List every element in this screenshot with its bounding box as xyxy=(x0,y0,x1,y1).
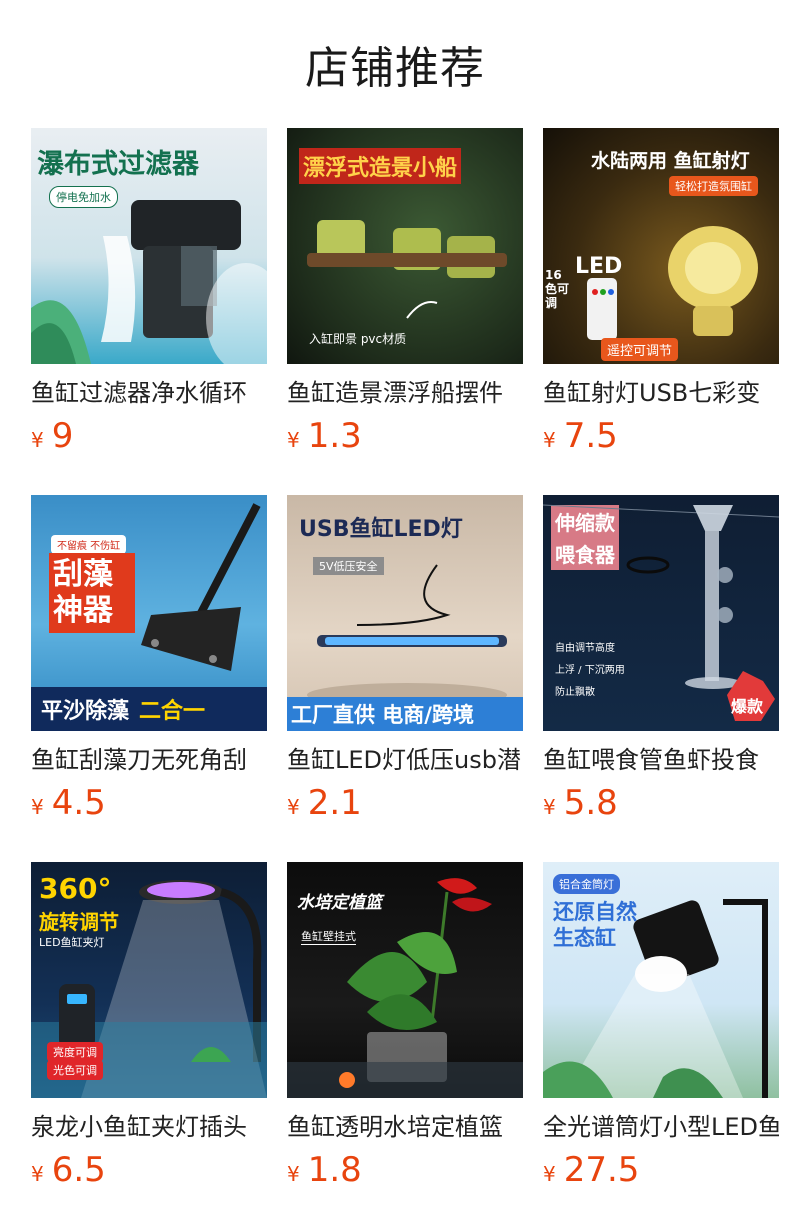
page-title: 店铺推荐 xyxy=(305,43,485,94)
image-badge-1: 亮度可调 xyxy=(47,1042,103,1062)
product-card[interactable]: USB鱼缸LED灯 5V低压安全 工厂直供 电商/跨境 鱼缸LED灯低压usb潜… xyxy=(287,495,523,831)
product-image[interactable]: 360° 旋转调节 LED鱼缸夹灯 亮度可调 光色可调 xyxy=(31,862,267,1098)
product-image[interactable]: 伸缩款 喂食器 自由调节高度 上浮 / 下沉两用 防止飘散 爆款 xyxy=(543,495,779,731)
product-title[interactable]: 鱼缸过滤器净水循环 xyxy=(31,378,267,408)
product-title[interactable]: 鱼缸透明水培定植篮 xyxy=(287,1112,523,1142)
product-image[interactable]: 水培定植篮 鱼缸壁挂式 xyxy=(287,862,523,1098)
product-title[interactable]: 鱼缸刮藻刀无死角刮 xyxy=(31,745,267,775)
product-image[interactable]: 漂浮式造景小船 入缸即景 pvc材质 xyxy=(287,128,523,364)
product-price: ¥ 27.5 xyxy=(543,1152,779,1192)
tube-light-illustration xyxy=(543,899,768,1098)
currency-symbol: ¥ xyxy=(287,428,300,452)
currency-symbol: ¥ xyxy=(543,1162,556,1186)
image-badge-led: LED xyxy=(575,254,623,279)
price-value: 4.5 xyxy=(51,783,106,823)
product-image[interactable]: 瀑布式过滤器 停电免加水 xyxy=(31,128,267,364)
product-title[interactable]: 鱼缸LED灯低压usb潜 xyxy=(287,745,523,775)
product-image[interactable]: 不留痕 不伤缸 刮藻神器 平沙除藻 二合一 xyxy=(31,495,267,731)
hot-badge: 爆款 xyxy=(731,697,764,716)
price-value: 2.1 xyxy=(307,783,362,823)
currency-symbol: ¥ xyxy=(31,1162,44,1186)
product-price: ¥ 1.3 xyxy=(287,418,523,458)
banner-text-2: 二合一 xyxy=(139,699,206,724)
product-image[interactable]: USB鱼缸LED灯 5V低压安全 工厂直供 电商/跨境 xyxy=(287,495,523,731)
product-title[interactable]: 鱼缸射灯USB七彩变 xyxy=(543,378,779,408)
currency-symbol: ¥ xyxy=(31,795,44,819)
product-card[interactable]: 不留痕 不伤缸 刮藻神器 平沙除藻 二合一 鱼缸刮藻刀无死角刮 ¥ 4.5 xyxy=(31,495,267,831)
plant-basket-illustration xyxy=(287,878,523,1098)
currency-symbol: ¥ xyxy=(287,1162,300,1186)
product-card[interactable]: 水陆两用 鱼缸射灯 轻松打造氛围缸 16色可调 LED 遥控可调节 鱼缸射灯US… xyxy=(543,128,779,464)
product-price: ¥ 1.8 xyxy=(287,1152,523,1192)
price-value: 27.5 xyxy=(563,1150,640,1190)
product-title[interactable]: 泉龙小鱼缸夹灯插头 xyxy=(31,1112,267,1142)
product-price: ¥ 4.5 xyxy=(31,785,267,825)
product-grid: 瀑布式过滤器 停电免加水 鱼缸过滤器净水循环 ¥ 9 漂浮式造景小船 入缸即景 … xyxy=(0,128,790,1230)
banner-text: 工厂直供 电商/跨境 xyxy=(291,703,474,727)
product-price: ¥ 7.5 xyxy=(543,418,779,458)
currency-symbol: ¥ xyxy=(31,428,44,452)
boat-illustration xyxy=(307,220,507,319)
product-title[interactable]: 鱼缸造景漂浮船摆件 xyxy=(287,378,523,408)
product-card[interactable]: 伸缩款 喂食器 自由调节高度 上浮 / 下沉两用 防止飘散 爆款 鱼缸喂食管鱼虾… xyxy=(543,495,779,831)
price-value: 1.3 xyxy=(307,416,362,456)
product-card[interactable]: 漂浮式造景小船 入缸即景 pvc材质 鱼缸造景漂浮船摆件 ¥ 1.3 xyxy=(287,128,523,464)
currency-symbol: ¥ xyxy=(543,428,556,452)
price-value: 9 xyxy=(51,416,74,456)
currency-symbol: ¥ xyxy=(543,795,556,819)
product-card[interactable]: 水培定植篮 鱼缸壁挂式 鱼缸透明水培定植篮 ¥ 1.8 xyxy=(287,862,523,1198)
product-price: ¥ 6.5 xyxy=(31,1152,267,1192)
image-bottom-banner: 平沙除藻 二合一 xyxy=(31,687,267,731)
page-header: 店铺推荐 xyxy=(0,0,790,128)
price-value: 7.5 xyxy=(563,416,618,456)
price-value: 5.8 xyxy=(563,783,618,823)
price-value: 1.8 xyxy=(307,1150,362,1190)
product-card[interactable]: 360° 旋转调节 LED鱼缸夹灯 亮度可调 光色可调 泉龙小鱼缸夹灯插头 ¥ … xyxy=(31,862,267,1198)
price-value: 6.5 xyxy=(51,1150,106,1190)
product-price: ¥ 2.1 xyxy=(287,785,523,825)
image-bottom-banner: 工厂直供 电商/跨境 xyxy=(287,697,523,731)
product-card[interactable]: 瀑布式过滤器 停电免加水 鱼缸过滤器净水循环 ¥ 9 xyxy=(31,128,267,464)
product-image[interactable]: 水陆两用 鱼缸射灯 轻松打造氛围缸 16色可调 LED 遥控可调节 xyxy=(543,128,779,364)
image-badge-remote: 遥控可调节 xyxy=(601,338,679,361)
product-price: ¥ 9 xyxy=(31,418,267,458)
led-bar-illustration xyxy=(307,564,507,707)
image-caption: 入缸即景 pvc材质 xyxy=(309,332,407,346)
product-title[interactable]: 鱼缸喂食管鱼虾投食 xyxy=(543,745,779,775)
filter-illustration xyxy=(31,200,267,364)
product-image[interactable]: 铝合金筒灯 还原自然 生态缸 xyxy=(543,862,779,1098)
image-badge-colors: 16色可调 xyxy=(545,268,570,310)
image-badge-2: 光色可调 xyxy=(47,1060,103,1080)
banner-text-1: 平沙除藻 xyxy=(41,699,130,724)
product-title[interactable]: 全光谱筒灯小型LED鱼 xyxy=(543,1112,779,1142)
currency-symbol: ¥ xyxy=(287,795,300,819)
product-card[interactable]: 铝合金筒灯 还原自然 生态缸 全光谱筒灯小型LED鱼 ¥ 27.5 xyxy=(543,862,779,1198)
product-price: ¥ 5.8 xyxy=(543,785,779,825)
spotlight-illustration xyxy=(587,226,758,340)
